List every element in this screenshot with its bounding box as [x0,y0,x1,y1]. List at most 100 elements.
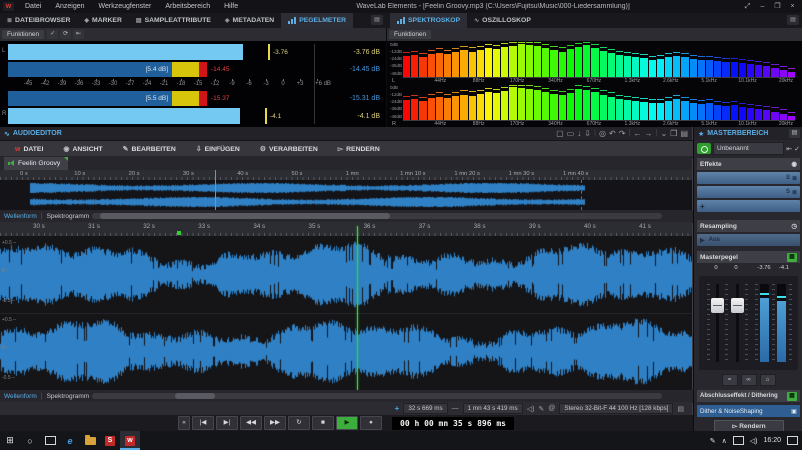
dither-plugin-dropdown[interactable]: Dither & NoiseShaping▣ [697,405,800,417]
menu-anzeigen[interactable]: Anzeigen [48,3,91,10]
reset-peaks-icon[interactable]: ⇤ [73,30,84,39]
meter-config-icon[interactable]: ▦ [787,253,797,262]
go-end-button[interactable]: ▶| [216,416,238,430]
tab-dateibrowser[interactable]: ≣DATEIBROWSER [0,13,77,28]
effect-slot-2[interactable]: S≣ [697,186,800,198]
new-file-icon[interactable]: ▢ [556,128,564,139]
edit-settings-icon[interactable]: ✓ [47,30,58,39]
stop-button[interactable]: ■ [312,416,334,430]
bypass-icon[interactable]: ≣ [792,189,797,196]
go-start-button[interactable]: |◀ [192,416,214,430]
menu-ansicht[interactable]: ◉ANSICHT [54,145,111,153]
panel-menu-icon[interactable]: ▤ [680,128,688,139]
fader-handle-right[interactable] [731,298,744,313]
main-scrollbar[interactable] [92,393,662,399]
tab-oszilloskop[interactable]: ∿OSZILLOSKOP [467,13,538,28]
close-icon[interactable]: × [786,2,799,11]
master-power-button[interactable] [697,143,711,154]
undo-icon[interactable]: ↶ [609,128,616,139]
functions-menu-button[interactable]: Funktionen [2,30,44,39]
zoom-icon[interactable]: @ [548,405,555,412]
main-time-ruler[interactable]: 30 s31 s32 s33 s34 s35 s36 s37 s38 s39 s… [0,222,692,237]
final-effect-section-header[interactable]: Abschlusseffekt / Dithering▦ [697,390,800,402]
minimize-icon[interactable]: – [756,2,769,11]
fit-window-icon[interactable]: ⤢ [741,2,754,11]
tab-spektrogramm[interactable]: Spektrogramm [47,393,90,400]
redo-icon[interactable]: ↷ [619,128,626,139]
resampling-value-row[interactable]: ▶Aus [697,234,800,246]
ruler-marker[interactable] [177,231,181,235]
dither-config-icon[interactable]: ▦ [787,392,797,401]
tab-spektroskop[interactable]: SPEKTROSKOP [390,13,467,28]
action-center-icon[interactable] [787,436,798,445]
scrollbar-thumb[interactable] [100,213,390,219]
main-waveform[interactable]: +0.5 –0 –-0.5 –+0.5 –0 –-0.5 – [0,236,692,390]
menu-bearbeiten[interactable]: ✎BEARBEITEN [114,145,185,153]
more-icon[interactable]: ⌄ [661,128,668,139]
menu-datei[interactable]: Datei [18,3,48,10]
tab-options-icon[interactable]: ▤ [371,15,383,25]
rewind-button[interactable]: ◀◀ [240,416,262,430]
scrollbar-thumb[interactable] [175,393,215,399]
taskbar-app-icon-active[interactable]: w [120,431,140,450]
nav-forward-icon[interactable]: → [644,128,652,139]
tab-marker[interactable]: ◆MARKER [77,13,128,28]
fader-track-left[interactable] [716,284,719,362]
tab-pegelmeter[interactable]: PEGELMETER [281,13,353,28]
resampling-section-header[interactable]: Resampling◷ [697,220,800,232]
pen-icon[interactable]: ✎ [710,437,716,445]
fast-forward-button[interactable]: ▶▶ [264,416,286,430]
menu-werkzeugfenster[interactable]: Werkzeugfenster [92,3,159,10]
tab-spektrogramm[interactable]: Spektrogramm [47,213,90,220]
eye-icon[interactable]: ◉ [791,160,797,168]
bypass-icon[interactable]: ≣ [792,175,797,182]
mono-sum-icon[interactable]: = [722,374,738,386]
tools-icon[interactable]: ✎ [538,405,544,413]
save-as-icon[interactable]: ⇩ [584,128,591,139]
clock-icon[interactable]: ◷ [791,222,797,230]
reset-icon[interactable]: ⇤ [786,145,792,153]
overview-waveform-canvas[interactable] [0,180,692,210]
overview-scrollbar[interactable] [92,213,662,219]
edge-browser-icon[interactable]: e [60,431,80,450]
menu-rendern[interactable]: ▻RENDERN [329,145,389,153]
status-menu-icon[interactable]: ▤ [677,405,684,413]
save-icon[interactable]: ↓ [577,128,581,139]
reset-cycle-icon[interactable]: ⟳ [60,30,71,39]
effects-section-header[interactable]: Effekte◉ [697,158,800,170]
add-effect-button[interactable]: + [697,200,800,212]
menu-einfügen[interactable]: ⇩EINFÜGEN [187,145,249,153]
dock-icon[interactable]: ❒ [670,128,677,139]
tab-metadaten[interactable]: ◈METADATEN [218,13,281,28]
lock-icon[interactable]: ⌂ [760,374,776,386]
menu-verarbeiten[interactable]: ⚙VERARBEITEN [251,145,327,153]
audio-format-value[interactable]: Stereo 32-Bit-F 44 100 Hz [128 kbps] [559,403,673,414]
tab-wellenform[interactable]: Wellenform [4,213,37,220]
record-button[interactable]: ● [360,416,382,430]
overview-waveform[interactable] [0,180,692,210]
collapse-button[interactable]: « [178,416,190,430]
menu-hilfe[interactable]: Hilfe [217,3,245,10]
tab-wellenform[interactable]: Wellenform [4,393,37,400]
restore-icon[interactable]: ❐ [771,2,784,11]
plugin-window-icon[interactable]: ▣ [791,408,797,415]
tab-options-icon[interactable]: ▤ [787,15,799,25]
record-icon[interactable]: ◎ [599,128,606,139]
menu-datei[interactable]: wDATEI [6,146,52,153]
volume-icon[interactable]: ◁) [750,437,758,445]
panel-menu-icon[interactable]: ▤ [789,129,800,138]
search-icon[interactable]: ○ [20,431,40,450]
clock[interactable]: 16:20 [763,437,781,444]
play-button[interactable]: ▶ [336,416,358,430]
network-icon[interactable] [733,436,744,445]
file-length-value[interactable]: 1 mn 43 s 419 ms [463,403,523,414]
link-channels-icon[interactable]: ∞ [741,374,757,386]
open-file-icon[interactable]: ▭ [567,128,575,139]
solo-icon[interactable]: S [786,189,790,195]
loop-button[interactable]: ↻ [288,416,310,430]
hidden-icons-chevron[interactable]: ∧ [722,437,727,445]
preset-name-field[interactable]: Unbenannt [713,142,784,155]
master-level-section-header[interactable]: Masterpegel▦ [697,251,800,263]
fader-track-right[interactable] [736,284,739,362]
task-view-icon[interactable] [40,431,60,450]
